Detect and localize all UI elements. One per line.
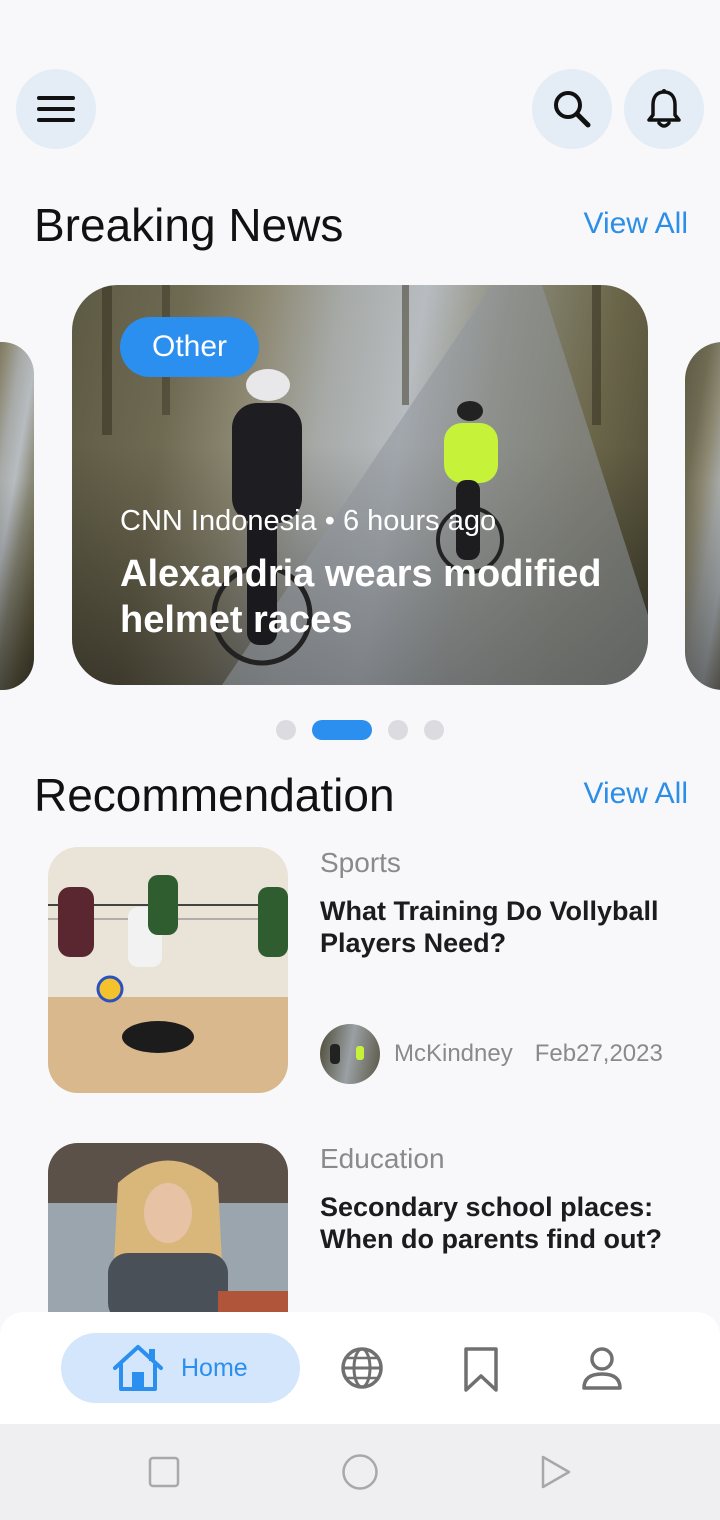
- notification-button[interactable]: [624, 69, 704, 149]
- article-meta: CNN Indonesia • 6 hours ago: [120, 505, 496, 538]
- article-category: Education: [320, 1143, 445, 1174]
- carousel-dot-active[interactable]: [312, 720, 372, 740]
- recommendation-title: Recommendation: [34, 769, 395, 821]
- article-title: Secondary school places: When do parents…: [320, 1192, 662, 1254]
- category-chip[interactable]: Other: [120, 317, 260, 377]
- carousel-dot[interactable]: [388, 720, 408, 740]
- volleyball-photo: [48, 847, 288, 1093]
- nav-explore-tab[interactable]: [340, 1346, 384, 1395]
- bottom-navigation: Home: [0, 1312, 720, 1424]
- article-category: Sports: [320, 847, 401, 878]
- breaking-news-title: Breaking News: [34, 199, 344, 251]
- carousel-dot[interactable]: [424, 720, 444, 740]
- carousel-indicator: [0, 720, 720, 742]
- avatar: [320, 1024, 380, 1084]
- hamburger-menu-icon: [37, 96, 75, 122]
- recommendation-view-all-link[interactable]: View All: [583, 777, 688, 811]
- profile-icon: [582, 1347, 622, 1390]
- breaking-view-all-link[interactable]: View All: [583, 207, 688, 241]
- search-button[interactable]: [532, 69, 612, 149]
- publish-date: Feb27,2023: [534, 1040, 663, 1067]
- student-photo: [48, 1143, 288, 1323]
- meta-separator: •: [324, 505, 335, 537]
- nav-home-tab[interactable]: Home: [61, 1333, 300, 1403]
- globe-icon: [341, 1347, 383, 1389]
- recent-apps-icon[interactable]: [148, 1456, 180, 1488]
- home-circle-icon[interactable]: [341, 1453, 379, 1491]
- article-title: What Training Do Vollyball Players Need?: [320, 896, 659, 958]
- list-item[interactable]: Education Secondary school places: When …: [48, 1143, 688, 1323]
- search-icon: [554, 91, 591, 128]
- menu-button[interactable]: [16, 69, 96, 149]
- system-navigation-bar: [0, 1424, 720, 1520]
- back-icon[interactable]: [538, 1454, 574, 1490]
- author-name: McKindney: [394, 1040, 513, 1067]
- carousel-prev-card[interactable]: [0, 342, 34, 690]
- list-item[interactable]: Sports What Training Do Vollyball Player…: [48, 847, 688, 1097]
- breaking-news-card[interactable]: Other CNN Indonesia • 6 hours ago Alexan…: [72, 285, 648, 685]
- article-headline: Alexandria wears modified helmet races: [120, 553, 602, 641]
- nav-profile-tab[interactable]: [580, 1346, 624, 1395]
- article-source: CNN Indonesia: [120, 505, 317, 537]
- carousel-next-card[interactable]: [685, 342, 720, 690]
- nav-home-label: Home: [181, 1353, 248, 1382]
- carousel-dot[interactable]: [276, 720, 296, 740]
- home-icon: [113, 1345, 163, 1391]
- nav-bookmark-tab[interactable]: [462, 1346, 500, 1399]
- article-time: 6 hours ago: [342, 505, 497, 537]
- author-row: McKindney Feb27,2023: [320, 1024, 663, 1084]
- status-bar: [0, 0, 720, 60]
- bell-icon: [647, 89, 681, 128]
- bookmark-icon: [464, 1347, 498, 1392]
